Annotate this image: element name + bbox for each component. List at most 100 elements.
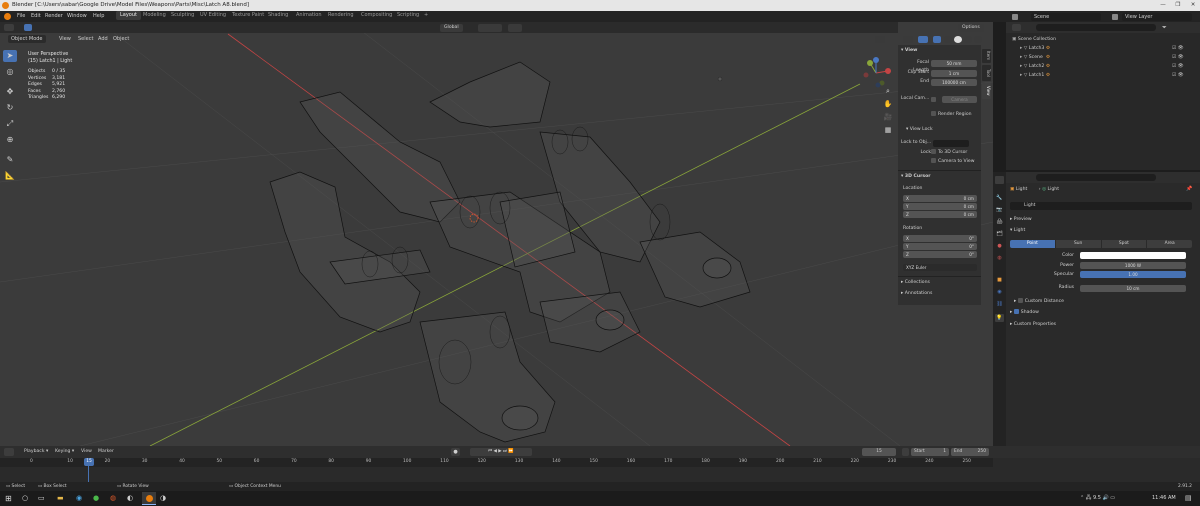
material-shading-button[interactable] (964, 36, 972, 43)
cursor-location-x[interactable]: X0 cm (903, 195, 977, 202)
light-type-sun[interactable]: Sun (1054, 240, 1101, 248)
playhead-frame-indicator[interactable]: 15 (84, 458, 94, 466)
viewport-menu-add[interactable]: Add (98, 35, 108, 43)
object-mode-dropdown[interactable]: Object Mode (8, 35, 46, 43)
tab-compositing[interactable]: Compositing (357, 11, 396, 20)
task-view-icon[interactable]: ▭ (38, 494, 47, 503)
world-properties-icon[interactable]: ◍ (995, 254, 1004, 262)
tab-rendering[interactable]: Rendering (324, 11, 358, 20)
menu-edit[interactable]: Edit (31, 11, 41, 22)
perspective-toggle-icon[interactable]: ▦ (883, 125, 893, 135)
menu-file[interactable]: File (17, 11, 25, 22)
add-workspace-button[interactable]: + (420, 11, 432, 20)
collections-section-header[interactable]: ▸ Collections (901, 279, 930, 287)
view-layer-selector[interactable]: View Layer (1122, 12, 1192, 21)
outliner-search-input[interactable] (1036, 24, 1156, 31)
blender-taskbar-button[interactable] (142, 492, 156, 505)
3d-viewport[interactable] (0, 22, 993, 446)
rendered-shading-button[interactable] (974, 36, 982, 43)
annotate-tool-icon[interactable]: ✎ (3, 154, 17, 166)
timeline-menu-view[interactable]: View (81, 446, 92, 458)
outliner-item-latch2[interactable]: ▸ ▽ Latch2 ⚙ ☑ 👁 (1006, 63, 1200, 71)
tab-uv-editing[interactable]: UV Editing (196, 11, 230, 20)
lock-to-3d-cursor-option[interactable]: To 3D Cursor (931, 149, 967, 157)
properties-search-input[interactable] (1036, 174, 1156, 181)
outliner-item-latch3[interactable]: ▸ ▽ Latch3 ⚙ ☑ 👁 (1006, 45, 1200, 53)
view-layer-properties-icon[interactable]: 🗂 (995, 230, 1004, 238)
camera-to-view-option[interactable]: Camera to View (931, 158, 974, 166)
focal-length-field[interactable]: 50 mm (931, 60, 977, 67)
visibility-toggle[interactable] (875, 36, 885, 43)
light-datablock-field[interactable]: Light (1010, 202, 1192, 210)
light-radius-field[interactable]: 10 cm (1080, 285, 1186, 292)
close-button[interactable]: ✕ (1186, 0, 1200, 11)
outliner-editor-type-icon[interactable] (1012, 24, 1021, 31)
3d-cursor-section-header[interactable]: ▾ 3D Cursor (901, 173, 931, 181)
options-dropdown[interactable]: Options (958, 24, 984, 32)
select-box-tool-icon[interactable]: ➤ (3, 50, 17, 62)
light-power-field[interactable]: 1000 W (1080, 262, 1186, 269)
cursor-location-z[interactable]: Z0 cm (903, 211, 977, 218)
cursor-tool-icon[interactable]: ◎ (3, 66, 17, 78)
steam-icon[interactable]: ◉ (76, 494, 85, 503)
tab-tool[interactable]: Tool (982, 65, 991, 81)
snapping-toggle[interactable] (478, 24, 502, 32)
tab-scripting[interactable]: Scripting (393, 11, 423, 20)
wireframe-shading-button[interactable] (944, 36, 952, 43)
light-type-point[interactable]: Point (1010, 240, 1055, 248)
timeline-menu-keying[interactable]: Keying ▾ (55, 446, 74, 458)
preview-section-header[interactable]: ▸ Preview (1010, 216, 1032, 224)
light-data-properties-icon[interactable]: 💡 (995, 314, 1004, 322)
light-section-header[interactable]: ▾ Light (1010, 227, 1025, 235)
cursor-location-y[interactable]: Y0 cm (903, 203, 977, 210)
outliner-item-latch1[interactable]: ▸ ▽ Latch1 ⚙ ☑ 👁 (1006, 72, 1200, 80)
measure-tool-icon[interactable]: 📐 (3, 170, 17, 182)
app-icon-2[interactable]: ◑ (160, 494, 169, 503)
timeline-editor-type-icon[interactable] (4, 448, 14, 456)
notification-icon[interactable]: ▤ (1185, 494, 1192, 502)
rotate-tool-icon[interactable]: ↻ (3, 102, 17, 114)
pin-icon[interactable]: 📌 (1186, 186, 1192, 192)
cursor-rotation-z[interactable]: Z 0° (903, 251, 977, 258)
scale-tool-icon[interactable]: ⤢ (3, 118, 17, 130)
annotations-section-header[interactable]: ▸ Annotations (901, 290, 932, 298)
custom-distance-section[interactable]: ▸ Custom Distance (1014, 298, 1064, 306)
zoom-icon[interactable]: ⌕ (883, 86, 893, 96)
menu-window[interactable]: Window (67, 11, 87, 22)
physics-properties-icon[interactable]: ◉ (995, 288, 1004, 296)
timeline-ruler[interactable]: 0 10 20 30 40 50 60 70 80 90 100 110 120 130 140 150 160… (0, 458, 993, 467)
pan-hand-icon[interactable]: ✋ (883, 99, 893, 109)
xray-toggle[interactable] (933, 36, 941, 43)
filter-icon[interactable]: ⏷ (1162, 24, 1172, 31)
local-camera-field[interactable]: Camera (942, 96, 977, 103)
viewport-menu-view[interactable]: View (59, 35, 71, 43)
view-lock-section-header[interactable]: ▾ View Lock (906, 126, 933, 134)
scene-selector[interactable]: Scene (1031, 12, 1101, 21)
tab-shading[interactable]: Shading (264, 11, 292, 20)
lock-to-object-field[interactable] (933, 140, 969, 147)
timeline-menu-marker[interactable]: Marker (98, 446, 114, 458)
shadow-section[interactable]: ▸ Shadow (1010, 309, 1039, 317)
playback-controls[interactable]: ⏮ ◀ ▶ ⏭ ⏩ (470, 448, 532, 456)
blender-menu-icon[interactable] (4, 13, 11, 20)
tab-animation[interactable]: Animation (292, 11, 326, 20)
maximize-button[interactable]: ❐ (1171, 0, 1185, 11)
timeline-track-area[interactable] (0, 467, 993, 482)
overlay-toggle[interactable] (918, 36, 928, 43)
tab-item[interactable]: Item (982, 49, 991, 63)
output-properties-icon[interactable]: 🖨 (995, 218, 1004, 226)
timeline-menu-playback[interactable]: Playback ▾ (24, 446, 48, 458)
transform-tool-icon[interactable]: ⊕ (3, 134, 17, 146)
search-icon[interactable]: ○ (22, 494, 31, 503)
preview-range-toggle[interactable] (902, 448, 909, 456)
view-section-header[interactable]: ▾ View (901, 47, 917, 55)
select-mode-icon[interactable] (24, 24, 32, 31)
solid-shading-button[interactable] (954, 36, 962, 43)
outliner-root[interactable]: ▣ Scene Collection (1006, 36, 1200, 44)
proportional-editing-toggle[interactable] (508, 24, 522, 32)
tab-view[interactable]: View (982, 83, 991, 99)
gizmo-toggle[interactable] (903, 36, 913, 43)
cursor-rotation-y[interactable]: Y 0° (903, 243, 977, 250)
tab-layout[interactable]: Layout (116, 11, 141, 20)
light-specular-field[interactable]: 1.00 (1080, 271, 1186, 278)
